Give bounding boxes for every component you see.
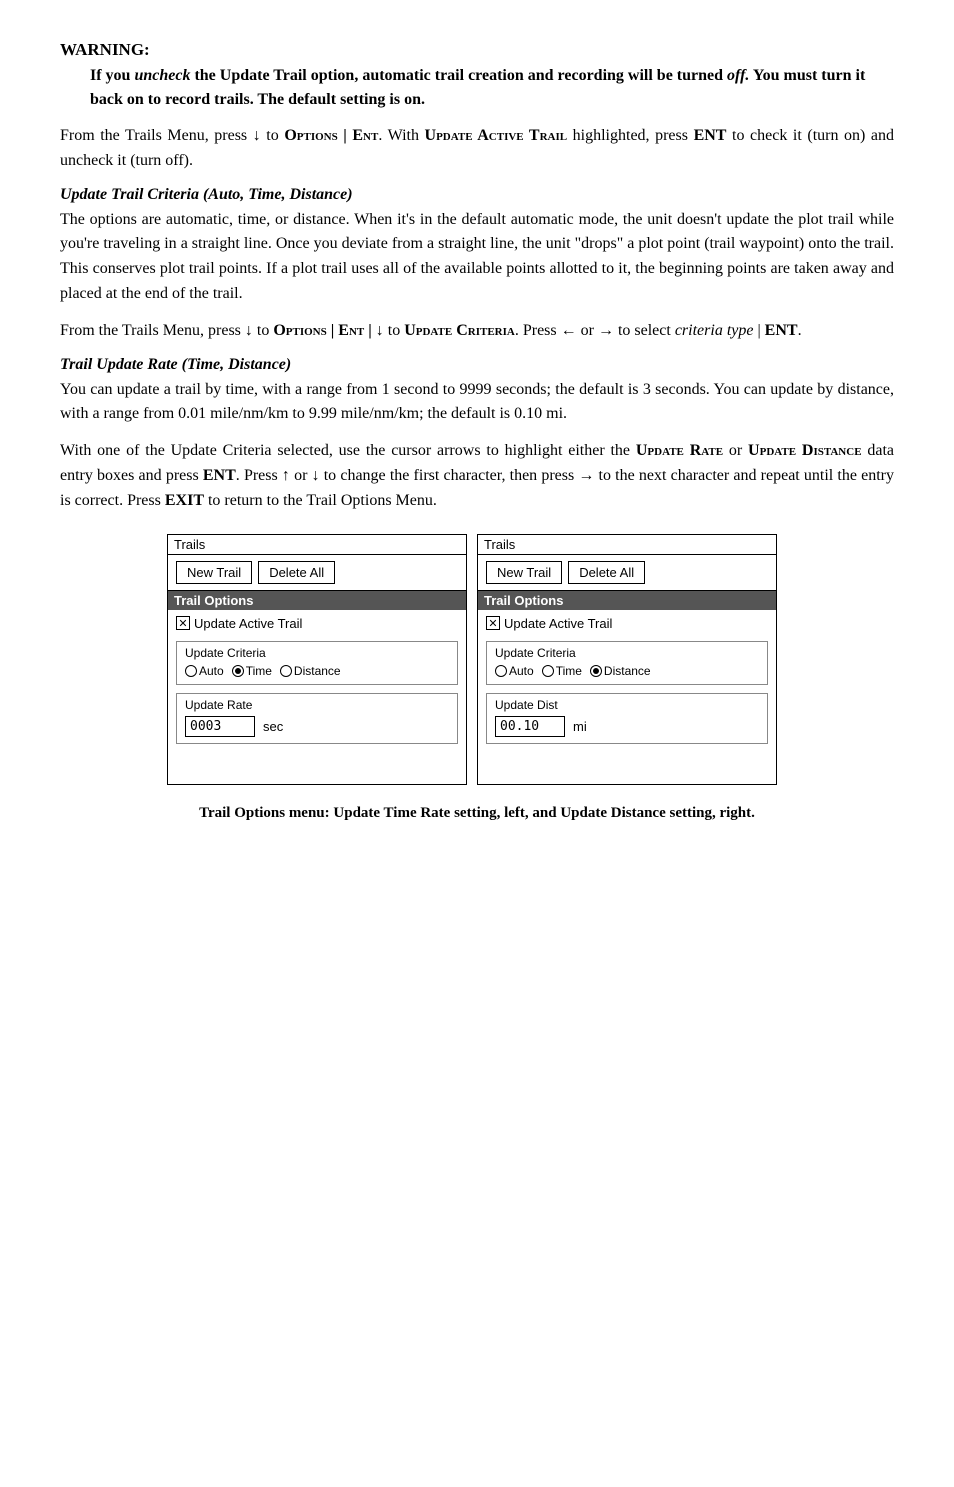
para2: From the Trails Menu, press ↓ to Options… bbox=[60, 319, 894, 344]
section2-body: You can update a trail by time, with a r… bbox=[60, 378, 894, 428]
criteria-type-label: criteria type bbox=[675, 322, 754, 339]
right-radio-time[interactable]: Time bbox=[542, 664, 582, 678]
right-rate-input[interactable]: 00.10 bbox=[495, 716, 565, 737]
section1-heading: Update Trail Criteria (Auto, Time, Dista… bbox=[60, 186, 894, 204]
right-delete-all-button[interactable]: Delete All bbox=[568, 561, 645, 584]
right-update-rate-input-row: 00.10 mi bbox=[495, 716, 759, 737]
right-criteria-group: Update Criteria Auto Time Distance bbox=[486, 641, 768, 685]
right-radio-auto[interactable]: Auto bbox=[495, 664, 534, 678]
left-checkbox[interactable]: ✕ bbox=[176, 616, 190, 630]
left-radio-row: Auto Time Distance bbox=[185, 664, 449, 678]
right-panel-buttons: New Trail Delete All bbox=[478, 555, 776, 591]
right-panel-title: Trails bbox=[478, 535, 776, 555]
left-radio-time[interactable]: Time bbox=[232, 664, 272, 678]
update-rate-label: Update Rate bbox=[636, 442, 723, 459]
left-panel: Trails New Trail Delete All Trail Option… bbox=[167, 534, 467, 785]
right-radio-auto-label: Auto bbox=[509, 664, 534, 678]
left-checkbox-label: Update Active Trail bbox=[194, 616, 302, 631]
left-panel-spacer bbox=[176, 748, 458, 778]
right-checkbox[interactable]: ✕ bbox=[486, 616, 500, 630]
section2-heading: Trail Update Rate (Time, Distance) bbox=[60, 356, 894, 374]
right-panel-content: ✕ Update Active Trail Update Criteria Au… bbox=[478, 610, 776, 784]
left-criteria-legend: Update Criteria bbox=[185, 646, 449, 660]
right-checkbox-label: Update Active Trail bbox=[504, 616, 612, 631]
left-update-rate-input-row: 0003 sec bbox=[185, 716, 449, 737]
right-radio-auto-circle bbox=[495, 665, 507, 677]
warning-block: If you uncheck the Update Trail option, … bbox=[90, 64, 894, 112]
update-distance-label: Update Distance bbox=[748, 442, 861, 459]
right-trail-options-bar: Trail Options bbox=[478, 591, 776, 610]
para3: With one of the Update Criteria selected… bbox=[60, 439, 894, 513]
left-rate-unit: sec bbox=[263, 719, 283, 734]
left-radio-auto[interactable]: Auto bbox=[185, 664, 224, 678]
right-radio-time-circle bbox=[542, 665, 554, 677]
right-panel-spacer bbox=[486, 748, 768, 778]
right-update-rate-legend: Update Dist bbox=[495, 698, 759, 712]
left-panel-title: Trails bbox=[168, 535, 466, 555]
panels-container: Trails New Trail Delete All Trail Option… bbox=[167, 534, 787, 785]
left-checkbox-row: ✕ Update Active Trail bbox=[176, 616, 458, 631]
update-active-trail-label: Update Active Trail bbox=[425, 127, 568, 144]
left-radio-distance-circle bbox=[280, 665, 292, 677]
left-delete-all-button[interactable]: Delete All bbox=[258, 561, 335, 584]
right-new-trail-button[interactable]: New Trail bbox=[486, 561, 562, 584]
para1: From the Trails Menu, press ↓ to Options… bbox=[60, 124, 894, 174]
update-criteria-label: Update Criteria bbox=[404, 322, 515, 339]
left-update-rate-group: Update Rate 0003 sec bbox=[176, 693, 458, 744]
options-ent-down-label: Options | Ent | ↓ bbox=[273, 322, 383, 339]
section1-body: The options are automatic, time, or dist… bbox=[60, 208, 894, 307]
warning-label: WARNING: bbox=[60, 40, 150, 59]
ent-label-1: ENT bbox=[694, 127, 727, 144]
right-rate-unit: mi bbox=[573, 719, 587, 734]
left-radio-distance-label: Distance bbox=[294, 664, 341, 678]
left-rate-input[interactable]: 0003 bbox=[185, 716, 255, 737]
right-panel: Trails New Trail Delete All Trail Option… bbox=[477, 534, 777, 785]
warning-section: WARNING: If you uncheck the Update Trail… bbox=[60, 40, 894, 112]
right-radio-distance[interactable]: Distance bbox=[590, 664, 651, 678]
left-panel-content: ✕ Update Active Trail Update Criteria Au… bbox=[168, 610, 466, 784]
options-ent-label: Options | Ent bbox=[284, 127, 378, 144]
right-radio-distance-circle bbox=[590, 665, 602, 677]
left-new-trail-button[interactable]: New Trail bbox=[176, 561, 252, 584]
left-radio-auto-label: Auto bbox=[199, 664, 224, 678]
left-radio-distance[interactable]: Distance bbox=[280, 664, 341, 678]
left-radio-time-circle bbox=[232, 665, 244, 677]
right-radio-time-label: Time bbox=[556, 664, 582, 678]
left-criteria-group: Update Criteria Auto Time Distance bbox=[176, 641, 458, 685]
left-panel-buttons: New Trail Delete All bbox=[168, 555, 466, 591]
right-criteria-legend: Update Criteria bbox=[495, 646, 759, 660]
panels-caption: Trail Options menu: Update Time Rate set… bbox=[60, 805, 894, 822]
left-radio-time-label: Time bbox=[246, 664, 272, 678]
left-trail-options-bar: Trail Options bbox=[168, 591, 466, 610]
right-radio-distance-label: Distance bbox=[604, 664, 651, 678]
right-checkbox-row: ✕ Update Active Trail bbox=[486, 616, 768, 631]
right-update-rate-group: Update Dist 00.10 mi bbox=[486, 693, 768, 744]
left-update-rate-legend: Update Rate bbox=[185, 698, 449, 712]
right-radio-row: Auto Time Distance bbox=[495, 664, 759, 678]
left-radio-auto-circle bbox=[185, 665, 197, 677]
